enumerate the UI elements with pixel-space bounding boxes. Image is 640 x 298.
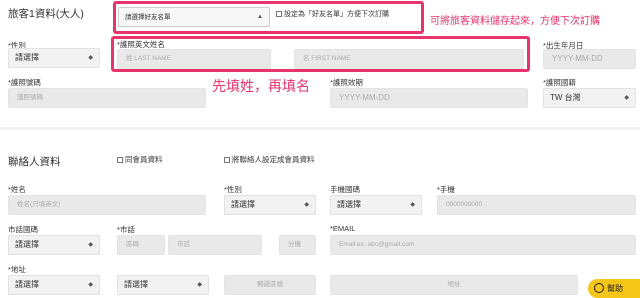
address-input[interactable]: 地址 — [330, 275, 578, 295]
traveler-heading: 旅客1資料(大人) — [8, 8, 84, 20]
contact-gender-value: 請選擇 — [231, 200, 255, 209]
chevron-updown-icon: ◆ — [624, 95, 629, 101]
chevron-updown-icon: ◆ — [88, 55, 93, 61]
contact-name-label: *姓名 — [8, 185, 26, 194]
checkbox-icon — [276, 11, 282, 17]
passport-input[interactable]: 護照號碼 — [8, 88, 206, 108]
passport-label: *護照號碼 — [8, 78, 41, 87]
expiry-input[interactable]: YYYY-MM-DD — [330, 88, 528, 108]
mobile-input[interactable]: 0000000000 — [437, 195, 636, 215]
tel-input[interactable]: 市話 — [168, 235, 262, 255]
traveler-gender-select[interactable]: 請選擇 ◆ — [8, 48, 100, 68]
friend-note: 可將旅客資料儲存起來，方便下次訂購 — [430, 16, 600, 27]
contact-heading: 聯絡人資料 — [8, 156, 61, 168]
contact-name-input[interactable]: 姓名(只填英文) — [8, 195, 206, 215]
name-order-note: 先填姓，再填名 — [212, 78, 310, 94]
mobile-label: *手機 — [437, 185, 455, 194]
address-label: *地址 — [8, 265, 26, 274]
mobile-country-value: 請選擇 — [337, 200, 361, 209]
same-member-checkbox[interactable]: 同會員資料 — [117, 154, 163, 165]
nationality-label: *護照國籍 — [543, 78, 576, 87]
last-name-input[interactable]: 姓 LAST NAME — [117, 49, 271, 69]
mobile-country-label: 手機國碼 — [330, 185, 360, 194]
contact-gender-select[interactable]: 請選擇 ◆ — [224, 195, 316, 215]
ext-input[interactable]: 分機 — [279, 235, 316, 255]
chat-icon — [594, 283, 604, 293]
email-label: *EMAIL — [330, 224, 356, 233]
mobile-country-select[interactable]: 請選擇 ◆ — [330, 195, 422, 215]
nationality-select[interactable]: TW 台灣 ◆ — [543, 88, 636, 108]
traveler-gender-value: 請選擇 — [15, 53, 39, 62]
city-select[interactable]: 請選擇 ◆ — [8, 275, 100, 295]
help-chat-button[interactable]: 幫助 — [588, 279, 640, 298]
tel-country-value: 請選擇 — [15, 240, 39, 249]
same-member-label: 同會員資料 — [125, 155, 163, 164]
friend-list-select[interactable]: 請選擇好友名單 ▲ — [118, 7, 270, 27]
zip-input[interactable]: 郵遞區號 — [224, 275, 316, 295]
friend-checkbox[interactable]: 設定為「好友名單」方便下次訂購 — [276, 9, 389, 19]
friend-list-select-value: 請選擇好友名單 — [125, 14, 171, 21]
tel-country-select[interactable]: 請選擇 ◆ — [8, 235, 100, 255]
expiry-label: *護照效期 — [330, 78, 363, 87]
area-code-input[interactable]: 區碼 — [117, 235, 165, 255]
chevron-updown-icon: ◆ — [88, 282, 93, 288]
first-name-input[interactable]: 名 FIRST NAME — [294, 49, 524, 69]
chevron-updown-icon: ▲ — [257, 14, 263, 20]
contact-gender-label: *性別 — [224, 185, 242, 194]
nationality-value: TW 台灣 — [550, 93, 581, 102]
section-divider — [0, 127, 640, 130]
district-select[interactable]: 請選擇 ◆ — [117, 275, 209, 295]
checkbox-icon — [224, 157, 230, 163]
dob-input[interactable]: YYYY-MM-DD — [543, 49, 636, 69]
help-label: 幫助 — [607, 284, 623, 293]
tel-label: *市話 — [117, 225, 135, 234]
chevron-updown-icon: ◆ — [197, 282, 202, 288]
set-member-checkbox[interactable]: 將聯絡人設定成會員資料 — [224, 154, 315, 165]
checkbox-icon — [117, 157, 123, 163]
district-value: 請選擇 — [124, 280, 148, 289]
friend-checkbox-label: 設定為「好友名單」方便下次訂購 — [284, 11, 389, 18]
city-value: 請選擇 — [15, 280, 39, 289]
email-input[interactable]: Email ex. abc@gmail.com — [330, 235, 636, 255]
chevron-updown-icon: ◆ — [410, 202, 415, 208]
chevron-updown-icon: ◆ — [88, 242, 93, 248]
tel-country-label: 市話國碼 — [8, 225, 38, 234]
set-member-label: 將聯絡人設定成會員資料 — [232, 155, 315, 164]
chevron-updown-icon: ◆ — [304, 202, 309, 208]
